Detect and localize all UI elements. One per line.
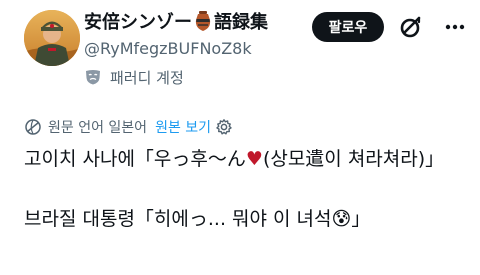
tweet-line-1-end: (상모遣이 쳐라쳐라)」 (262, 148, 445, 170)
display-name-part2: 語録集 (214, 12, 268, 33)
pot-icon (193, 10, 213, 32)
translation-notice: 원문 언어 일본어 원본 보기 (24, 116, 233, 138)
more-icon[interactable] (440, 14, 470, 40)
parody-account-label: 패러디 계정 (84, 66, 184, 88)
mask-icon (86, 70, 100, 85)
display-name-part1: 安倍シンゾー (84, 12, 192, 33)
grok-icon[interactable] (398, 14, 424, 40)
handle[interactable]: @RyMfegzBUFNoZ8k (84, 38, 252, 60)
follow-button[interactable]: 팔로우 (312, 12, 384, 42)
display-name[interactable]: 安倍シンゾー 語録集 (84, 10, 268, 35)
tweet-header: 安倍シンゾー 語録集 @RyMfegzBUFNoZ8k 패러디 계정 팔로우 (0, 0, 480, 100)
parody-label-text: 패러디 계정 (110, 68, 184, 87)
gear-icon[interactable] (215, 118, 233, 136)
tweet-line-2: 브라질 대통령「히에っ... 뭐야 이 녀석😰」 (24, 208, 371, 230)
view-original-link[interactable]: 원본 보기 (155, 117, 211, 137)
globe-icon (25, 119, 41, 135)
heart-emoji: ♥ (245, 148, 263, 170)
translation-notice-text: 원문 언어 일본어 (48, 120, 148, 136)
tweet-line-1: 고이치 사나에「우っ후〜ん♥(상모遣이 쳐라쳐라)」 (24, 144, 472, 174)
tweet-line-1-start: 고이치 사나에「우っ후〜ん (24, 148, 246, 170)
avatar[interactable] (24, 10, 80, 66)
avatar-photo (24, 10, 80, 66)
tweet-body: 고이치 사나에「우っ후〜ん♥(상모遣이 쳐라쳐라)」 브라질 대통령「히에っ..… (24, 144, 472, 264)
